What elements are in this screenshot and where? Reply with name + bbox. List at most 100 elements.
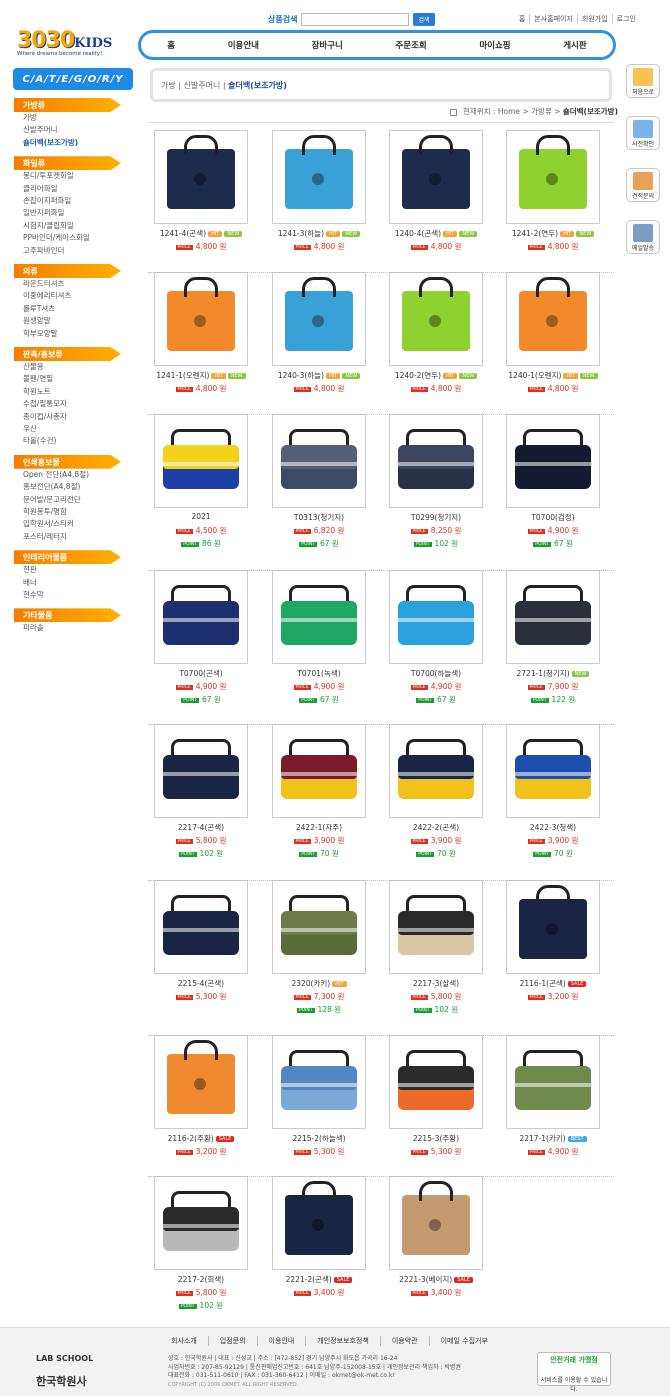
category-header[interactable]: 인테리어물품 <box>14 550 121 565</box>
category-item[interactable]: 일반지퍼화일 <box>14 207 121 219</box>
category-item[interactable]: 봉디/투포켓화일 <box>14 170 121 182</box>
category-header[interactable]: 인쇄홍보물 <box>14 454 121 469</box>
search-button[interactable]: 검색 <box>413 12 435 26</box>
product-image[interactable] <box>389 724 483 818</box>
product-name-text[interactable]: 2116-2(주황) <box>168 1134 214 1143</box>
category-item[interactable]: 손잡이지퍼화일 <box>14 195 121 207</box>
quick-home[interactable]: 처음으로 <box>626 64 660 98</box>
footer-link-company[interactable]: 회사소개 <box>160 1336 208 1346</box>
top-link-hq[interactable]: 본사홈페이지 <box>529 14 577 24</box>
category-item[interactable]: 현수막 <box>14 589 121 601</box>
product-name-text[interactable]: 1241-3(하늘) <box>278 229 324 238</box>
product-name[interactable]: 2221-2(곤색) SALE <box>269 1274 369 1285</box>
top-link-join[interactable]: 회원가입 <box>576 14 612 24</box>
product-name-text[interactable]: T0313(청기지) <box>294 513 344 522</box>
product-image[interactable] <box>272 570 366 664</box>
category-item[interactable]: 원생앙말 <box>14 315 121 327</box>
product-name-text[interactable]: 1241-2(연두) <box>512 229 558 238</box>
footer-link-guide[interactable]: 이용안내 <box>256 1336 306 1346</box>
category-item[interactable]: 학부모앙말 <box>14 328 121 340</box>
product-card[interactable]: T0701(녹색) PRICE 4,900 원 POINT 67 원 <box>269 570 369 705</box>
footer-link-privacy[interactable]: 개인정보보호정책 <box>305 1336 380 1346</box>
product-name-text[interactable]: 2422-3(청색) <box>530 823 576 832</box>
product-name-text[interactable]: 2116-1(곤색) <box>520 979 566 988</box>
search-input[interactable] <box>301 12 410 26</box>
category-item[interactable]: 이중에리티셔츠 <box>14 290 121 302</box>
product-image[interactable] <box>272 724 366 818</box>
product-card[interactable]: 1241-1(오렌지) HIT NEW PRICE 4,800 원 <box>151 272 251 394</box>
category-header[interactable]: 가방류 <box>14 98 121 112</box>
product-image[interactable] <box>154 1035 248 1129</box>
product-image[interactable] <box>154 1176 248 1270</box>
footer-link-terms[interactable]: 이용약관 <box>379 1336 429 1346</box>
product-name-text[interactable]: T0701(녹색) <box>297 669 340 678</box>
product-name-text[interactable]: 2721-1(청기지) <box>517 669 570 678</box>
product-name-text[interactable]: 2320(카키) <box>291 979 330 988</box>
product-image[interactable] <box>154 880 248 974</box>
product-card[interactable]: 1241-2(연두) HIT NEW PRICE 4,800 원 <box>503 130 603 252</box>
product-card[interactable]: 1241-4(곤색) HIT NEW PRICE 4,800 원 <box>151 130 251 252</box>
product-card[interactable]: 2217-4(곤색) PRICE 5,800 원 POINT 102 원 <box>151 724 251 859</box>
product-name-text[interactable]: 1240-4(곤색) <box>395 229 441 238</box>
product-name-text[interactable]: 2215-3(주황) <box>413 1134 459 1143</box>
product-name-text[interactable]: 2021 <box>191 512 210 521</box>
category-item[interactable]: 롤루T셔츠 <box>14 303 121 315</box>
product-name[interactable]: T0701(녹색) <box>269 668 369 679</box>
product-name[interactable]: 1240-4(곤색) HIT NEW <box>386 228 486 239</box>
category-item[interactable]: 우산 <box>14 423 121 435</box>
product-image[interactable] <box>272 272 366 366</box>
site-logo[interactable]: 3030KIDS Where dreams become reality! <box>17 28 117 64</box>
product-name-text[interactable]: 2217-2(회색) <box>178 1275 224 1284</box>
product-image[interactable] <box>272 1035 366 1129</box>
category-item[interactable]: PP바인더/케이스화일 <box>14 232 121 244</box>
product-name-text[interactable]: 2221-3(베이지) <box>399 1275 452 1284</box>
product-name-text[interactable]: 2422-1(자주) <box>296 823 342 832</box>
product-name-text[interactable]: 2217-1(카키) <box>519 1134 565 1143</box>
product-name[interactable]: 2320(카키) HIT <box>269 978 369 989</box>
product-card[interactable]: 1240-3(하늘) HIT NEW PRICE 4,800 원 <box>269 272 369 394</box>
category-item[interactable]: 문어발/문고리전단 <box>14 494 121 506</box>
product-name-text[interactable]: 2422-2(곤색) <box>413 823 459 832</box>
category-item[interactable]: 고주파바인더 <box>14 245 121 257</box>
product-image[interactable] <box>154 272 248 366</box>
product-name[interactable]: 2217-1(카키) BEST <box>503 1133 603 1144</box>
nav-board[interactable]: 게시판 <box>563 39 586 51</box>
category-item[interactable]: 가방 <box>14 112 121 124</box>
product-card[interactable]: 2221-2(곤색) SALE PRICE 3,400 원 <box>269 1176 369 1298</box>
product-card[interactable]: T0700(하늘색) PRICE 4,900 원 POINT 67 원 <box>386 570 486 705</box>
product-card[interactable]: 2215-2(하늘색) PRICE 5,300 원 <box>269 1035 369 1157</box>
product-card[interactable]: 2116-1(곤색) SALE PRICE 3,200 원 <box>503 880 603 1002</box>
product-name[interactable]: 1240-1(오렌지) HIT NEW <box>503 370 603 381</box>
product-image[interactable] <box>272 880 366 974</box>
product-name-text[interactable]: T0700(하늘색) <box>411 669 461 678</box>
product-name[interactable]: 2217-3(살색) <box>386 978 486 989</box>
product-card[interactable]: 2422-2(곤색) PRICE 3,900 원 POINT 70 원 <box>386 724 486 859</box>
product-name[interactable]: 2217-2(회색) <box>151 1274 251 1285</box>
product-card[interactable]: 2215-3(주황) PRICE 5,300 원 <box>386 1035 486 1157</box>
product-image[interactable] <box>389 1035 483 1129</box>
category-item[interactable]: 배너 <box>14 577 121 589</box>
nav-home[interactable]: 홈 <box>167 39 175 51</box>
product-name-text[interactable]: 2215-4(곤색) <box>178 979 224 988</box>
product-card[interactable]: T0700(곤색) PRICE 4,900 원 POINT 67 원 <box>151 570 251 705</box>
product-card[interactable]: 2422-1(자주) PRICE 3,900 원 POINT 70 원 <box>269 724 369 859</box>
product-image[interactable] <box>389 1176 483 1270</box>
product-card[interactable]: 2021 PRICE 4,500 원 POINT 86 원 <box>151 414 251 549</box>
product-card[interactable]: 2217-1(카키) BEST PRICE 4,900 원 <box>503 1035 603 1157</box>
product-name[interactable]: 2021 <box>151 512 251 523</box>
footer-link-partner[interactable]: 입점문의 <box>207 1336 257 1346</box>
product-image[interactable] <box>272 414 366 508</box>
product-card[interactable]: 2221-3(베이지) SALE PRICE 3,400 원 <box>386 1176 486 1298</box>
product-name[interactable]: 1241-3(하늘) HIT NEW <box>269 228 369 239</box>
quick-pre-check[interactable]: 사전확인 <box>626 116 660 150</box>
product-name[interactable]: 1241-1(오렌지) HIT NEW <box>151 370 251 381</box>
product-name-text[interactable]: 2221-2(곤색) <box>286 1275 332 1284</box>
category-item[interactable]: 종이컵/사총자 <box>14 411 121 423</box>
product-image[interactable] <box>272 130 366 224</box>
category-item[interactable]: 볼펜/연필 <box>14 373 121 385</box>
category-item[interactable]: 학원봉투/명함 <box>14 506 121 518</box>
product-name-text[interactable]: 1241-4(곤색) <box>160 229 206 238</box>
product-name[interactable]: 2721-1(청기지) NEW <box>503 668 603 679</box>
product-image[interactable] <box>389 414 483 508</box>
category-item[interactable]: 학원노트 <box>14 386 121 398</box>
